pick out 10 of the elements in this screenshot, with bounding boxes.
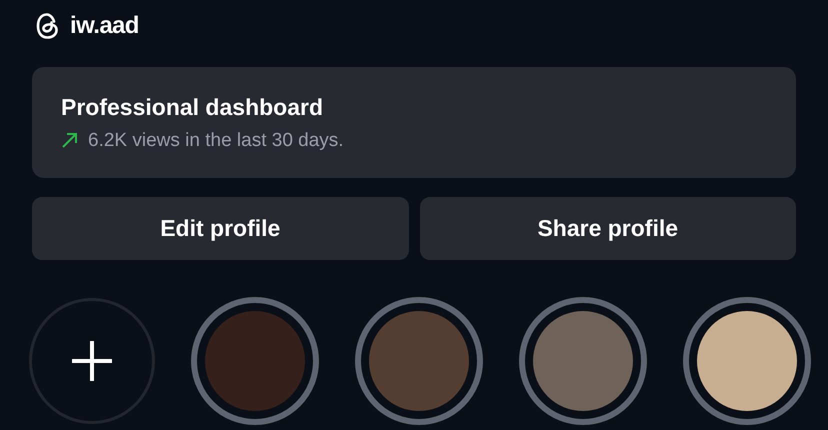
views-stat: 6.2K views in the last 30 days. — [88, 128, 344, 152]
highlight-button[interactable] — [683, 297, 811, 425]
dashboard-title: Professional dashboard — [61, 93, 324, 122]
profile-action-button[interactable]: Share profile — [420, 197, 796, 260]
username: iw.aad — [70, 11, 139, 41]
threads-logo-icon — [35, 12, 60, 40]
trend-up-arrow-icon — [61, 132, 78, 150]
professional-dashboard-card[interactable]: Professional dashboard 6.2K views in the last 30 days. — [32, 67, 796, 178]
plus-icon — [72, 341, 112, 381]
profile-action-button[interactable]: Edit profile — [32, 197, 408, 260]
